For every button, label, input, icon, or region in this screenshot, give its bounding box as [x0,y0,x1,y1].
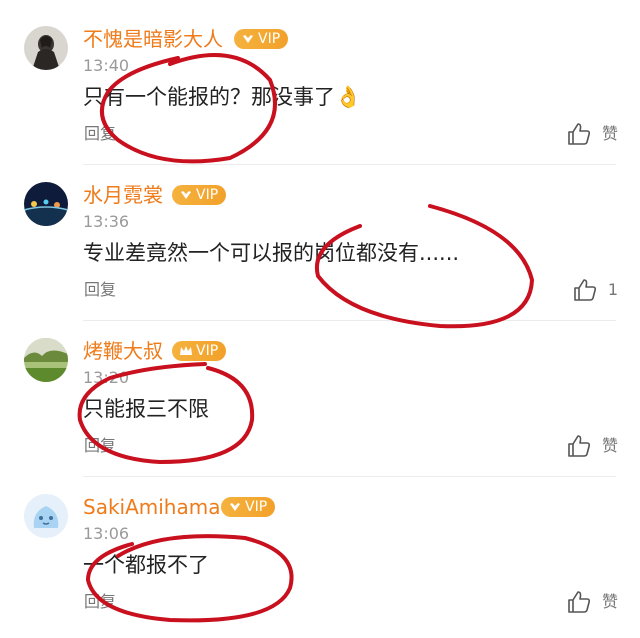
timestamp: 13:36 [83,212,130,231]
username[interactable]: 烤鞭大叔 [83,338,163,364]
like-button[interactable]: 1 [572,276,618,304]
comment-text: 只有一个能报的？那没事了👌 [83,85,362,109]
comment-text: 一个都报不了 [83,553,209,577]
like-label: 赞 [601,436,618,455]
thumbs-up-icon [574,279,596,301]
like-button[interactable]: 赞 [566,432,618,460]
timestamp: 13:40 [83,56,130,75]
like-label: 赞 [601,124,618,143]
vip-label: VIP [196,187,219,203]
like-button[interactable]: 赞 [566,120,618,148]
avatar[interactable] [24,26,68,70]
like-label: 赞 [601,592,618,611]
username[interactable]: SakiAmihama [83,494,220,520]
vip-icon [181,191,191,199]
avatar[interactable] [24,338,68,382]
avatar[interactable] [24,494,68,538]
thumbs-up-icon [568,123,591,145]
vip-label: VIP [196,343,219,359]
comment-text: 专业差竟然一个可以报的岗位都没有...... [83,241,460,265]
vip-label: VIP [258,31,281,47]
reply-button[interactable]: 回复 [84,592,116,612]
vip-badge: VIP [234,29,289,49]
reply-button[interactable]: 回复 [84,124,116,144]
username[interactable]: 不愧是暗影大人 [83,26,223,52]
thumbs-up-icon [568,591,591,613]
vip-badge: VIP [172,341,227,361]
timestamp: 13:06 [83,524,130,543]
vip-icon [243,35,253,43]
reply-button[interactable]: 回复 [84,280,116,300]
vip-label: VIP [245,499,268,515]
divider [83,476,616,477]
vip-badge: VIP [172,185,227,205]
comment-text: 只能报三不限 [83,397,209,421]
divider [83,320,616,321]
vip-icon [230,503,240,511]
vip-icon [180,346,192,355]
like-count: 1 [607,280,618,299]
reply-button[interactable]: 回复 [84,436,116,456]
like-button[interactable]: 赞 [566,588,618,616]
avatar[interactable] [24,182,68,226]
vip-badge: VIP [221,497,276,517]
divider [83,164,616,165]
username[interactable]: 水月霓裳 [83,182,163,208]
timestamp: 13:20 [83,368,130,387]
thumbs-up-icon [568,435,591,457]
